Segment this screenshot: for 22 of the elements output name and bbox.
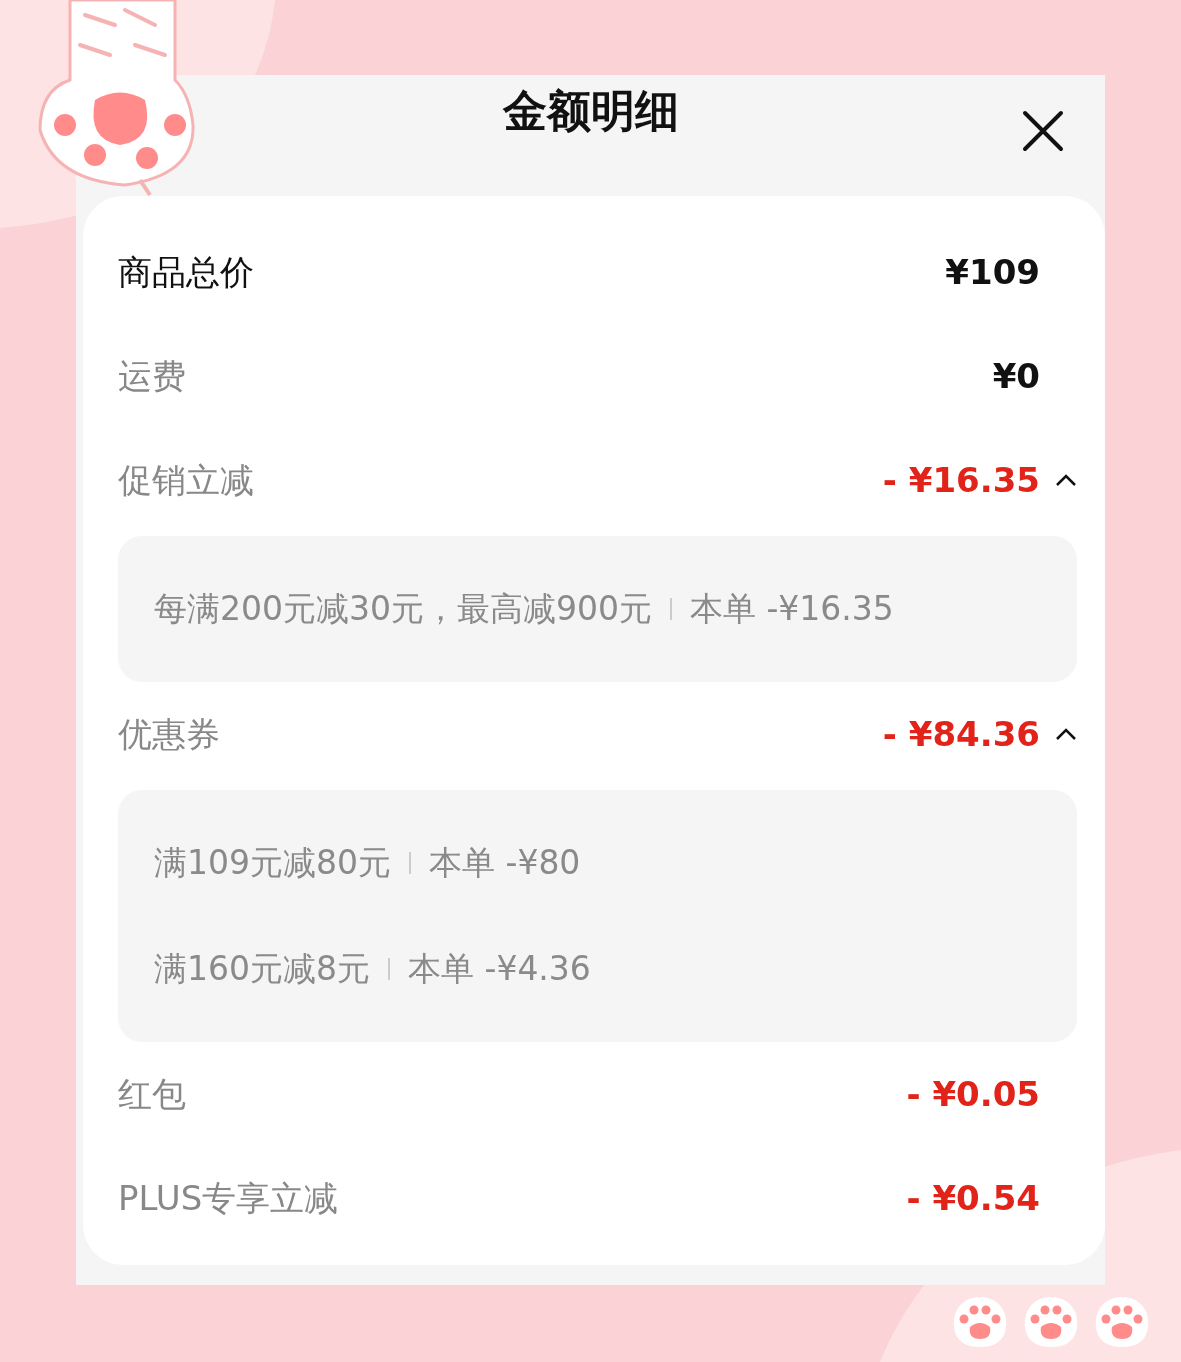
amount-value: - ¥84.36: [882, 712, 1040, 756]
promotion-rule: 每满200元减30元，最高减900元: [154, 588, 652, 631]
order-deduction: 本单 -¥80: [429, 842, 581, 885]
close-icon[interactable]: [1021, 109, 1065, 153]
caret-icon[interactable]: [1055, 727, 1077, 741]
row-label: 红包: [118, 1072, 186, 1116]
row-label: PLUS专享立减: [118, 1176, 339, 1220]
caret-icon[interactable]: [1055, 473, 1077, 487]
order-deduction: 本单 -¥16.35: [689, 588, 894, 631]
amount-value: ¥109: [945, 250, 1040, 294]
order-deduction: 本单 -¥4.36: [408, 948, 591, 991]
dialog-title: 金额明细: [502, 89, 679, 133]
row-label: 促销立减: [118, 458, 254, 502]
promotion-rule: 满160元减8元: [154, 948, 370, 991]
amount-value: - ¥16.35: [882, 458, 1040, 502]
row-label: 运费: [118, 354, 186, 398]
amount-value: - ¥0.54: [906, 1176, 1040, 1220]
row-label: 商品总价: [118, 250, 254, 294]
amount-value: - ¥0.05: [906, 1072, 1040, 1116]
amount-value: ¥0: [992, 354, 1040, 398]
row-label: 优惠券: [118, 712, 220, 756]
promotion-rule: 满109元减80元: [154, 842, 391, 885]
